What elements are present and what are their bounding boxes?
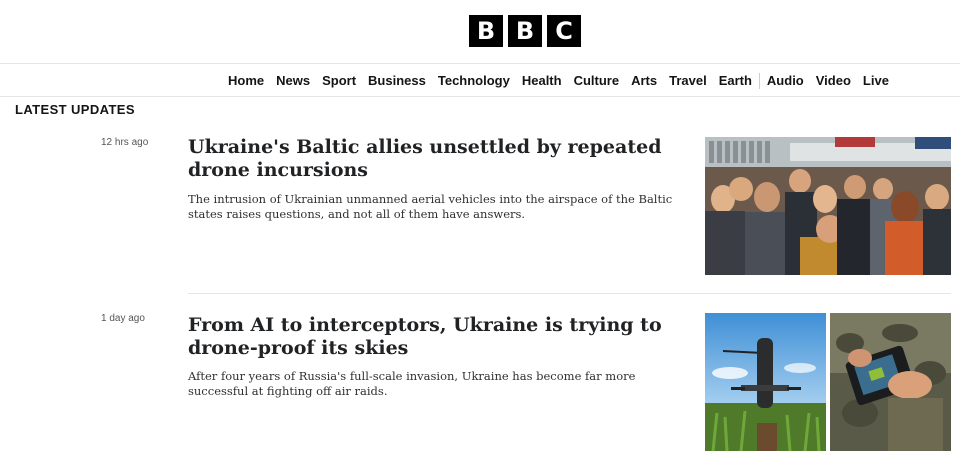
article-summary: After four years of Russia's full-scale …	[188, 369, 636, 398]
article-divider	[188, 293, 951, 294]
article-timestamp: 12 hrs ago	[101, 137, 149, 148]
nav-item-home[interactable]: Home	[222, 73, 270, 88]
section-title: LATEST UPDATES	[15, 102, 135, 117]
nav-item-news[interactable]: News	[270, 73, 316, 88]
nav-item-earth[interactable]: Earth	[713, 73, 758, 88]
nav-item-travel[interactable]: Travel	[663, 73, 713, 88]
nav-item-health[interactable]: Health	[516, 73, 568, 88]
nav-item-arts[interactable]: Arts	[625, 73, 663, 88]
article-image[interactable]	[705, 313, 826, 451]
article-headline[interactable]: From AI to interceptors, Ukraine is tryi…	[188, 314, 678, 360]
nav-item-video[interactable]: Video	[810, 73, 857, 88]
nav-item-business[interactable]: Business	[362, 73, 432, 88]
site-header: B B C	[0, 0, 960, 64]
main-navigation: Home News Sport Business Technology Heal…	[0, 64, 960, 97]
nav-item-audio[interactable]: Audio	[761, 73, 810, 88]
nav-item-sport[interactable]: Sport	[316, 73, 362, 88]
logo-letter-b1: B	[469, 15, 503, 47]
nav-item-culture[interactable]: Culture	[568, 73, 626, 88]
article-headline[interactable]: Ukraine's Baltic allies unsettled by rep…	[188, 136, 678, 182]
article-image[interactable]	[705, 137, 951, 275]
crowd-photo	[705, 137, 951, 275]
drone-controller-photo	[830, 313, 951, 451]
logo-letter-b2: B	[508, 15, 542, 47]
nav-item-technology[interactable]: Technology	[432, 73, 516, 88]
article-timestamp: 1 day ago	[101, 313, 145, 324]
bbc-logo[interactable]: B B C	[469, 15, 581, 47]
article-summary: The intrusion of Ukrainian unmanned aeri…	[188, 192, 673, 221]
drone-field-photo	[705, 313, 826, 451]
logo-letter-c: C	[547, 15, 581, 47]
nav-divider	[758, 72, 760, 89]
nav-item-live[interactable]: Live	[857, 73, 895, 88]
article-image[interactable]	[830, 313, 951, 451]
